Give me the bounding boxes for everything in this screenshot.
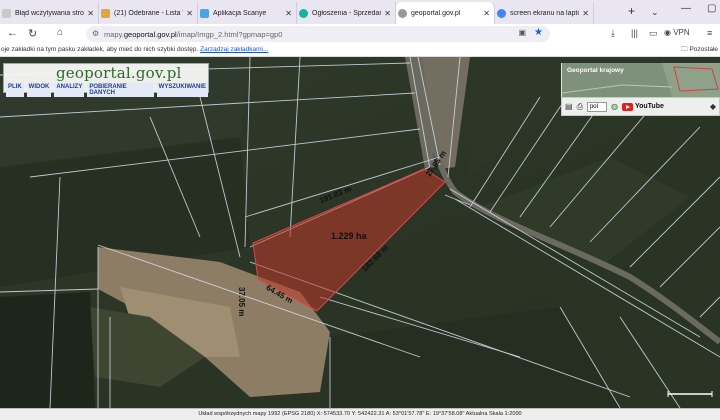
- menu-wyszukiwanie[interactable]: WYSZUKIWANIE: [156, 83, 208, 97]
- save-icon[interactable]: ▤: [565, 102, 573, 111]
- mail-icon: [101, 8, 110, 18]
- tab-strip: Błąd wczytywania strony ✕ (21) Odebrane …: [0, 0, 720, 24]
- menu-analizy[interactable]: ANALIZY: [54, 83, 85, 97]
- page-icon: [398, 8, 407, 18]
- bookmarks-bar: oje zakładki na tym pasku zakładek, aby …: [0, 44, 720, 57]
- screen-icon[interactable]: ▣: [518, 28, 526, 37]
- new-tab-icon[interactable]: +: [628, 4, 635, 18]
- manage-bookmarks-link[interactable]: Zarządzaj zakładkami...: [200, 46, 268, 53]
- geoportal-logo: geoportal.gov.pl: [56, 64, 182, 82]
- overview-minimap[interactable]: Geoportal krajowy: [561, 63, 720, 97]
- close-icon[interactable]: ✕: [186, 9, 193, 18]
- olx-icon: [299, 8, 308, 18]
- browser-window: { "tabs": [ {"title": "Błąd wczytywania …: [0, 0, 720, 420]
- print-icon[interactable]: ⎙: [577, 102, 583, 112]
- navigation-toolbar: ← ↻ ⌂ ⚙ mapy. geoportal.gov.pl/imap/Imgp_…: [0, 24, 720, 44]
- close-icon[interactable]: ✕: [87, 9, 94, 18]
- library-icon[interactable]: |||: [631, 28, 638, 38]
- tab-mail[interactable]: (21) Odebrane - Lista Wiado ✕: [99, 2, 198, 24]
- reload-icon[interactable]: ↻: [28, 27, 37, 40]
- scanye-icon: [200, 8, 209, 18]
- menu-plik[interactable]: PLIK: [6, 83, 24, 97]
- side-length-left: 37.05 m: [237, 287, 246, 317]
- maximize-icon[interactable]: ▢: [707, 3, 716, 14]
- google-icon: [497, 8, 506, 18]
- back-icon[interactable]: ←: [7, 27, 18, 39]
- language-select[interactable]: pol: [586, 101, 607, 112]
- sidebar-icon[interactable]: ▭: [649, 28, 658, 39]
- tab-olx[interactable]: Ogłoszenia - Sprzedam, kup ✕: [297, 2, 396, 24]
- youtube-link[interactable]: YouTube: [621, 102, 664, 111]
- download-icon[interactable]: ⤓: [611, 28, 615, 39]
- address-bar[interactable]: ⚙ mapy. geoportal.gov.pl/imap/Imgp_2.html…: [86, 26, 550, 42]
- home-icon[interactable]: ⌂: [57, 27, 63, 38]
- settings-icon[interactable]: ◆: [710, 102, 716, 111]
- help-icon[interactable]: ◍: [611, 102, 618, 111]
- other-bookmarks[interactable]: 🗀 Pozostałe: [681, 44, 718, 56]
- vpn-button[interactable]: ◉ VPN: [664, 28, 690, 37]
- parcel-area-label: 1.229 ha: [331, 231, 367, 241]
- menu-widok[interactable]: WIDOK: [26, 83, 52, 97]
- geoportal-menu: PLIK WIDOK ANALIZY POBIERANIE DANYCH WYS…: [6, 83, 208, 97]
- close-icon[interactable]: ✕: [582, 9, 589, 18]
- site-info-icon[interactable]: ⚙: [92, 29, 99, 38]
- menu-pobieranie-danych[interactable]: POBIERANIE DANYCH: [87, 83, 154, 97]
- geoportal-header: geoportal.gov.pl PLIK WIDOK ANALIZY POBI…: [3, 63, 209, 97]
- close-icon[interactable]: ✕: [483, 9, 490, 18]
- tab-scanye[interactable]: Aplikacja Scanye ✕: [198, 2, 297, 24]
- tab-error-page[interactable]: Błąd wczytywania strony ✕: [0, 2, 99, 24]
- minimize-icon[interactable]: —: [681, 3, 691, 14]
- folder-icon: 🗀: [681, 46, 688, 53]
- star-icon[interactable]: ★: [534, 27, 543, 38]
- close-icon[interactable]: ✕: [384, 9, 391, 18]
- close-icon[interactable]: ✕: [285, 9, 292, 18]
- menu-icon[interactable]: ≡: [707, 28, 712, 38]
- map-status-bar: Układ współrzędnych mapy 1992 (EPSG 2180…: [0, 408, 720, 420]
- tab-google[interactable]: screen ekranu na laptopie - ✕: [495, 2, 594, 24]
- chevron-down-icon[interactable]: ⌄: [651, 7, 659, 18]
- map-tools: ▤ ⎙ pol ◍ YouTube ◆: [561, 97, 720, 116]
- youtube-icon: [621, 102, 633, 111]
- tab-geoportal[interactable]: geoportal.gov.pl ✕: [396, 2, 495, 24]
- page-icon: [2, 8, 11, 18]
